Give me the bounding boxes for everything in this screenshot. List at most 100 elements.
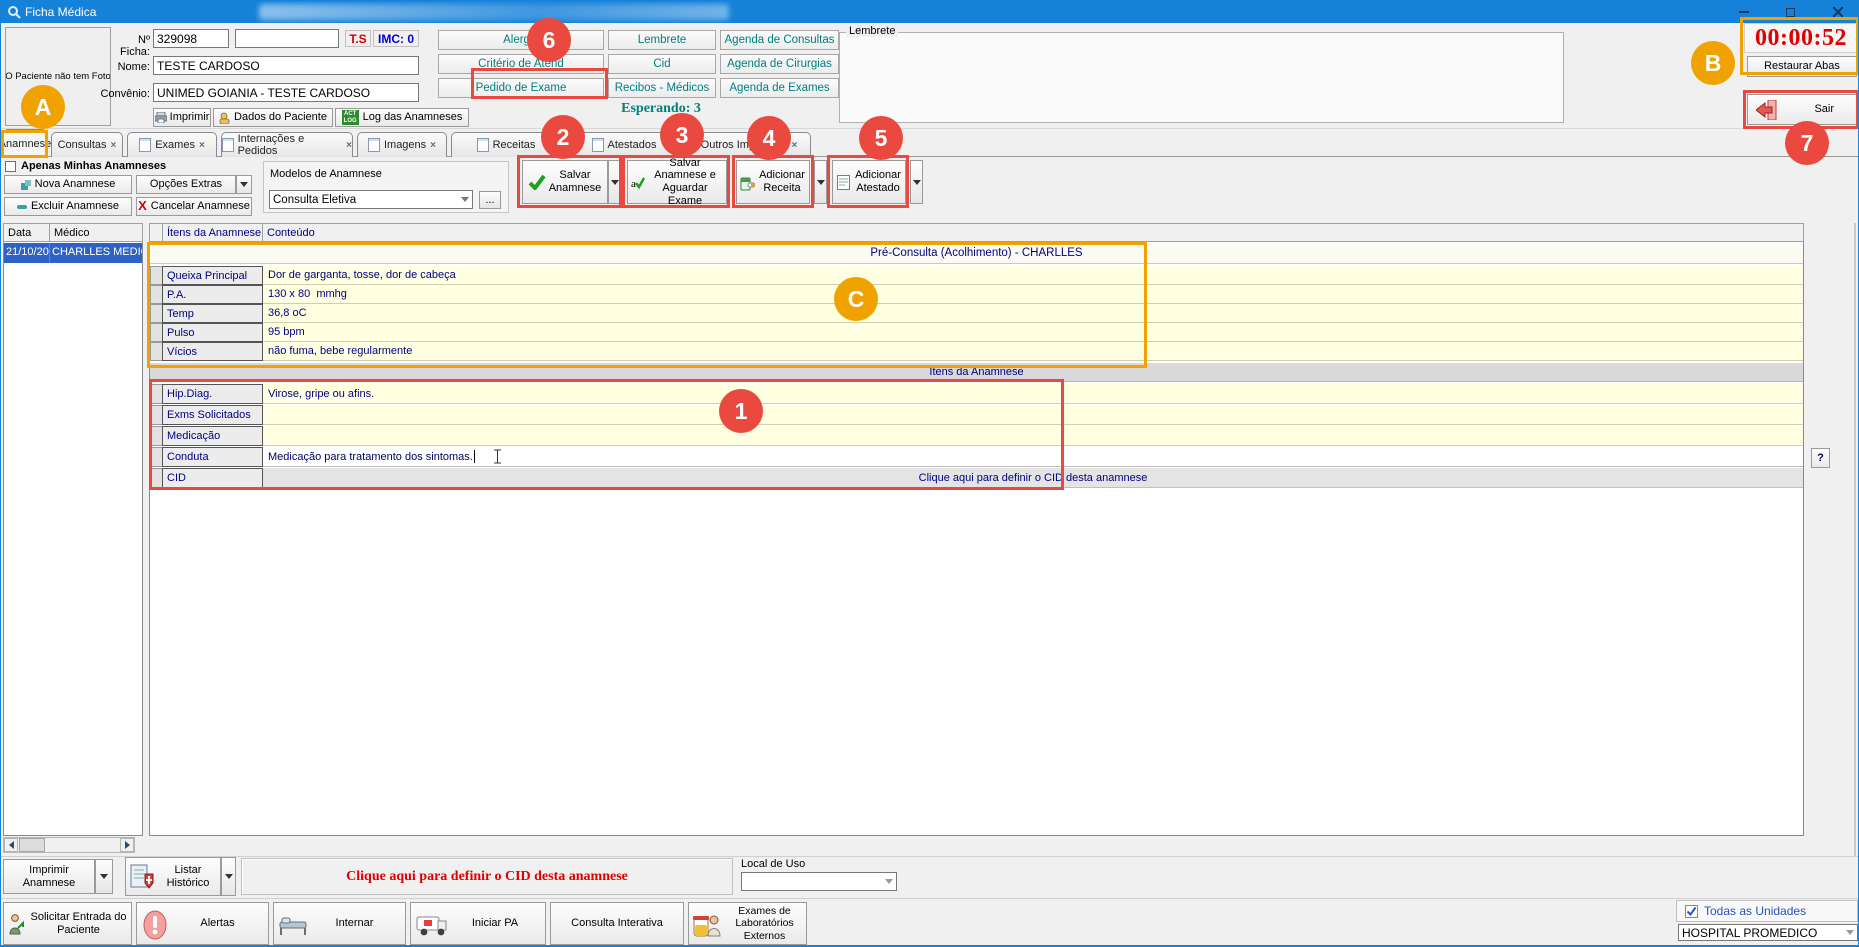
history-col-data[interactable]: Data <box>3 223 50 242</box>
excluir-anamnese-button[interactable]: Excluir Anamnese <box>4 197 132 216</box>
dados-paciente-button[interactable]: Dados do Paciente <box>213 108 333 127</box>
listar-historico-button[interactable]: Listar Histórico <box>125 857 221 896</box>
internar-button[interactable]: Internar <box>273 902 406 945</box>
alergia-button[interactable]: Alergia <box>438 30 604 50</box>
imprimir-anamnese-dropdown[interactable] <box>95 859 113 894</box>
annotation-circle-6: 6 <box>527 18 571 62</box>
hospital-bed-icon <box>279 916 309 936</box>
nome-label: Nome: <box>114 61 150 73</box>
new-icon <box>21 180 31 190</box>
todas-unidades-label: Todas as Unidades <box>1704 904 1806 918</box>
tab-label: Consultas <box>58 139 107 151</box>
cancelar-anamnese-label: Cancelar Anamnese <box>151 200 250 213</box>
grid-corner <box>149 223 163 242</box>
history-shield-icon <box>130 864 154 890</box>
annotation-circle-1: 1 <box>719 389 763 433</box>
adicionar-atestado-dropdown[interactable] <box>910 160 923 204</box>
tab-close-icon[interactable]: × <box>430 140 436 151</box>
scroll-left-button[interactable] <box>4 838 18 852</box>
history-col-medico[interactable]: Médico <box>49 223 143 242</box>
annotation-circle-3: 3 <box>660 113 704 157</box>
agenda-consultas-button[interactable]: Agenda de Consultas <box>720 30 839 50</box>
tab-close-icon[interactable]: × <box>111 140 117 151</box>
history-row-date: 21/10/20 <box>4 243 50 263</box>
filter-checkbox-row[interactable]: Apenas Minhas Anamneses <box>5 160 166 172</box>
tab-imagens[interactable]: Imagens× <box>357 132 447 157</box>
printer-icon <box>155 112 167 123</box>
delete-icon <box>17 204 27 210</box>
lembrete-button[interactable]: Lembrete <box>608 30 716 50</box>
log-anamneses-label: Log das Anamneses <box>363 111 463 124</box>
consulta-interativa-button[interactable]: Consulta Interativa <box>550 902 684 945</box>
recibos-medicos-button[interactable]: Recibos - Médicos <box>608 78 716 98</box>
scrollbar-thumb[interactable] <box>19 838 45 852</box>
imprimir-button[interactable]: Imprimir <box>153 108 211 127</box>
ficha-input[interactable]: 329098 <box>153 29 229 48</box>
exames-lab-externos-button[interactable]: Exames de Laboratórios Externos <box>688 902 807 945</box>
local-de-uso-select[interactable] <box>741 872 897 891</box>
annotation-box-5 <box>827 155 909 208</box>
ficha-extra-input[interactable] <box>235 29 339 48</box>
log-anamneses-button[interactable]: ACTLOG Log das Anamneses <box>335 108 469 127</box>
tab-consultas[interactable]: Consultas × <box>51 132 123 157</box>
agenda-exames-button[interactable]: Agenda de Exames <box>720 78 839 98</box>
grid-col-itens[interactable]: Ítens da Anamnese <box>162 223 263 242</box>
annotation-box-a <box>1 130 48 158</box>
tab-label: Receitas <box>493 139 536 151</box>
unidade-select[interactable]: HOSPITAL PROMEDICO <box>1678 924 1858 941</box>
imc-button[interactable]: IMC: 0 <box>373 30 419 47</box>
scroll-right-button[interactable] <box>120 838 134 852</box>
adicionar-receita-dropdown[interactable] <box>814 160 827 204</box>
ts-button[interactable]: T.S <box>345 30 371 47</box>
tab-internacoes-pedidos[interactable]: Internações e Pedidos× <box>221 132 353 157</box>
cid-button[interactable]: Cid <box>608 54 716 74</box>
image-icon <box>368 138 380 152</box>
annotation-circle-a: A <box>21 85 65 129</box>
tab-exames[interactable]: Exames × <box>127 132 217 157</box>
annotation-box-1 <box>149 379 1064 490</box>
help-button[interactable]: ? <box>1811 448 1830 468</box>
listar-historico-dropdown[interactable] <box>221 857 236 896</box>
filter-checkbox[interactable] <box>5 161 16 172</box>
document-icon <box>139 138 151 152</box>
iniciar-pa-label: Iniciar PA <box>472 917 518 930</box>
cancelar-anamnese-button[interactable]: X Cancelar Anamnese <box>136 197 252 216</box>
tab-label: Exames <box>155 139 195 151</box>
agenda-cirurgias-button[interactable]: Agenda de Cirurgias <box>720 54 839 74</box>
alert-icon <box>143 910 167 940</box>
nova-anamnese-button[interactable]: Nova Anamnese <box>4 175 132 194</box>
annotation-box-b <box>1740 17 1859 75</box>
ficha-medica-window: Ficha Médica O Paciente não tem Foto Nº … <box>0 0 1859 947</box>
imprimir-anamnese-button[interactable]: Imprimir Anamnese <box>3 859 95 894</box>
modelo-browse-button[interactable]: ... <box>479 191 501 209</box>
lab-jar-icon <box>693 912 721 940</box>
printer-icon <box>222 138 234 152</box>
document-icon <box>592 138 604 152</box>
tab-close-icon[interactable]: × <box>199 140 205 151</box>
solicitar-entrada-label: Solicitar Entrada do Paciente <box>26 911 131 936</box>
annotation-box-4 <box>732 155 814 208</box>
history-row-selected[interactable]: 21/10/20 CHARLLES MEDICO <box>4 243 142 263</box>
redacted-title-text <box>259 4 729 20</box>
modelo-select[interactable]: Consulta Eletiva <box>269 190 473 209</box>
tab-close-icon[interactable]: × <box>346 140 352 151</box>
cid-banner[interactable]: Clique aqui para definir o CID desta ana… <box>241 858 733 895</box>
waiting-status: Esperando: 3 <box>591 101 731 117</box>
excluir-anamnese-label: Excluir Anamnese <box>31 200 119 213</box>
checked-checkbox-icon[interactable] <box>1685 905 1698 918</box>
opcoes-extras-dropdown[interactable] <box>236 175 252 194</box>
tab-close-icon[interactable]: × <box>791 140 797 151</box>
window-title: Ficha Médica <box>25 5 96 19</box>
annotation-box-c <box>147 242 1147 368</box>
nome-input[interactable]: TESTE CARDOSO <box>153 56 419 75</box>
alertas-button[interactable]: Alertas <box>136 902 269 945</box>
annotation-circle-2: 2 <box>541 115 585 159</box>
grid-col-conteudo[interactable]: Conteúdo <box>262 223 1804 242</box>
iniciar-pa-button[interactable]: Iniciar PA <box>410 902 546 945</box>
opcoes-extras-button[interactable]: Opções Extras <box>136 175 236 194</box>
alertas-label: Alertas <box>200 917 234 930</box>
todas-unidades-panel[interactable]: Todas as Unidades <box>1676 900 1858 922</box>
ambulance-icon <box>416 913 448 937</box>
convenio-input[interactable]: UNIMED GOIANIA - TESTE CARDOSO <box>153 83 419 102</box>
solicitar-entrada-button[interactable]: Solicitar Entrada do Paciente <box>3 902 132 945</box>
